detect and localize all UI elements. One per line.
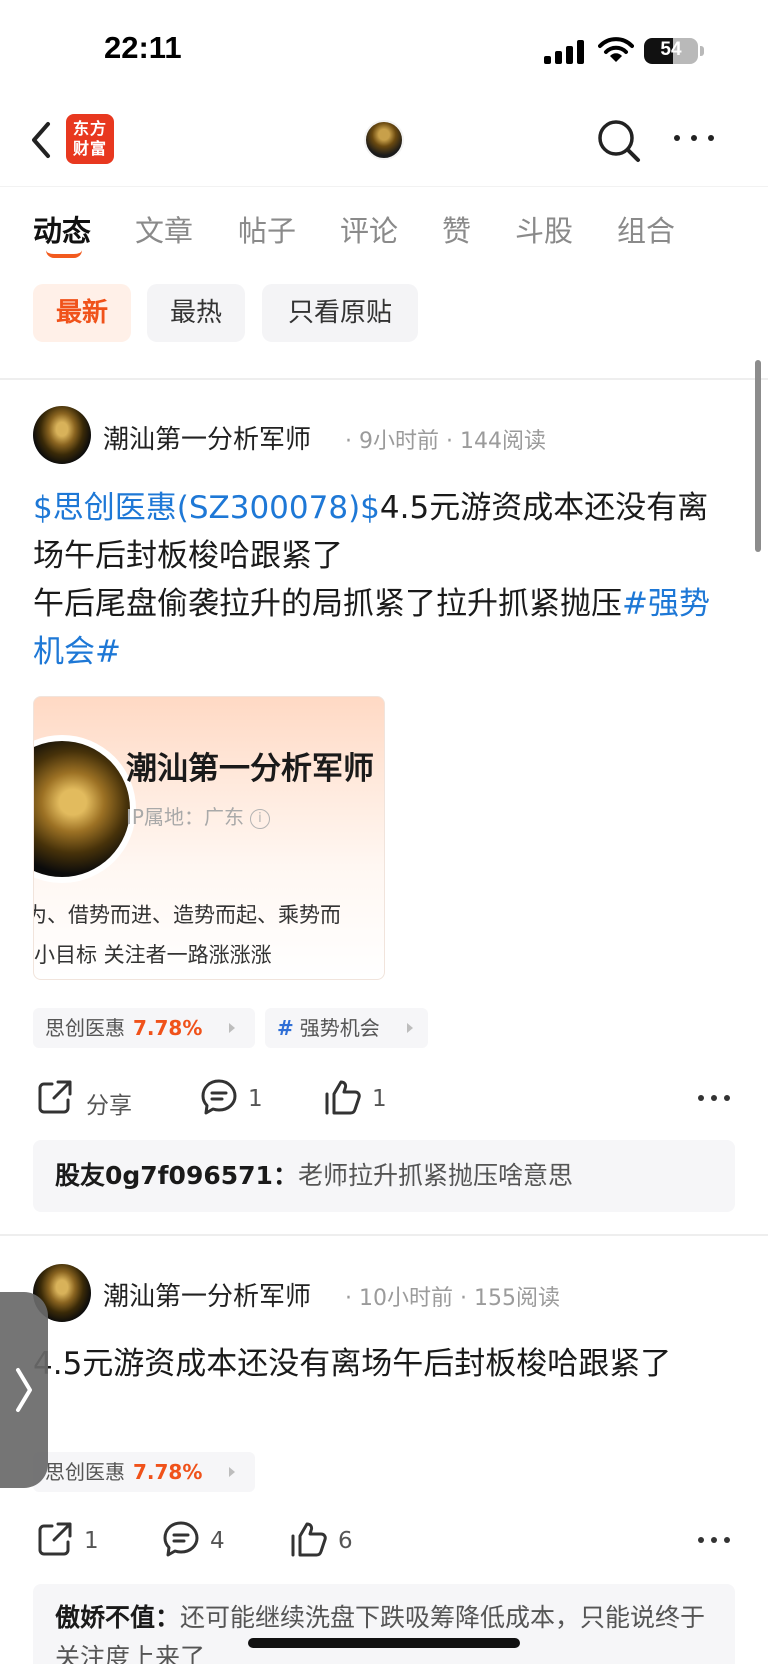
chevron-right-icon	[407, 1023, 413, 1033]
like-count: 1	[372, 1086, 387, 1112]
post-image[interactable]: 潮汕第一分析军师 IP属地：广东 i 为、借势而进、造势而起、乘势而 小目标 关注…	[33, 696, 385, 980]
post-time: 9小时前	[359, 429, 439, 454]
status-bar: 22:11 54	[0, 0, 768, 100]
featured-comment[interactable]: 傲娇不值：还可能继续洗盘下跌吸筹降低成本，只能说终于关注度上来了	[33, 1584, 735, 1664]
post-meta: · 10小时前 · 155阅读	[345, 1286, 560, 1311]
scrollbar[interactable]	[755, 360, 761, 552]
like-button[interactable]: 1	[324, 1078, 394, 1118]
tab-posts[interactable]: 帖子	[238, 208, 296, 250]
hash-icon: #	[277, 1016, 294, 1040]
app-logo[interactable]: 东方财富	[66, 114, 114, 164]
profile-tabs: 动态 文章 帖子 评论 赞 斗股 组合	[0, 200, 768, 262]
nav-bar: 东方财富	[0, 100, 768, 186]
share-button[interactable]: 分享	[36, 1078, 146, 1119]
more-options-icon[interactable]	[672, 128, 716, 148]
tab-articles[interactable]: 文章	[135, 208, 193, 250]
share-label: 分享	[86, 1093, 132, 1119]
stock-tag-change: 7.78%	[133, 1016, 203, 1040]
chevron-right-icon	[16, 1368, 32, 1412]
thumbs-up-icon	[291, 1522, 327, 1557]
post-text-line: 4.5元游资成本还没有离场午后封板梭哈跟紧了	[33, 1346, 672, 1382]
comment-count: 1	[248, 1086, 263, 1112]
post-author-name[interactable]: 潮汕第一分析军师	[103, 419, 311, 456]
post-text-line: 午后尾盘偷袭拉升的局抓紧了拉升抓紧抛压	[33, 586, 622, 622]
stock-link[interactable]: $思创医惠(SZ300078)$	[33, 490, 380, 526]
post-meta: · 9小时前 · 144阅读	[345, 429, 546, 454]
share-count: 1	[84, 1528, 99, 1554]
active-tab-indicator	[46, 250, 82, 258]
chevron-right-icon	[229, 1467, 235, 1477]
home-indicator[interactable]	[248, 1638, 520, 1648]
thumbs-up-icon	[325, 1080, 361, 1115]
tab-comments[interactable]: 评论	[340, 208, 398, 250]
comment-icon	[163, 1521, 199, 1557]
stock-tag-name: 思创医惠	[45, 1016, 125, 1040]
post-reads: 144阅读	[459, 429, 546, 454]
image-avatar	[34, 735, 136, 883]
comment-icon	[201, 1079, 237, 1115]
like-button[interactable]: 6	[290, 1520, 360, 1560]
topic-tag-name: 强势机会	[299, 1016, 380, 1040]
filter-chips: 最新 最热 只看原贴	[0, 284, 768, 342]
post-reads: 155阅读	[473, 1286, 560, 1311]
chevron-right-icon	[229, 1023, 235, 1033]
filter-original-only[interactable]: 只看原贴	[262, 284, 418, 342]
battery-level: 54	[660, 39, 682, 60]
post-body: 4.5元游资成本还没有离场午后封板梭哈跟紧了	[33, 1340, 733, 1388]
comment-username[interactable]: 股友0g7f096571	[55, 1161, 273, 1190]
comment-count: 4	[210, 1528, 225, 1554]
post-body: $思创医惠(SZ300078)$4.5元游资成本还没有离场午后封板梭哈跟紧了 午…	[33, 484, 733, 676]
battery-icon: 54	[644, 38, 698, 64]
topic-tag[interactable]: # 强势机会	[265, 1008, 428, 1048]
tab-likes[interactable]: 赞	[442, 208, 471, 250]
stock-tag[interactable]: 思创医惠 7.78%	[33, 1452, 255, 1492]
search-icon[interactable]	[596, 118, 642, 164]
image-bio-line: 小目标 关注者一路涨涨涨	[34, 943, 272, 967]
post-author-name[interactable]: 潮汕第一分析军师	[103, 1276, 311, 1313]
tab-portfolio[interactable]: 组合	[617, 208, 675, 250]
tab-stock-battle[interactable]: 斗股	[515, 208, 573, 250]
stock-tag[interactable]: 思创医惠 7.78%	[33, 1008, 255, 1048]
share-icon	[38, 1522, 72, 1556]
comment-button[interactable]: 4	[162, 1520, 232, 1560]
comment-button[interactable]: 1	[200, 1078, 270, 1118]
image-bio-line: 为、借势而进、造势而起、乘势而	[33, 903, 341, 927]
wifi-icon	[598, 37, 634, 62]
side-drawer-handle[interactable]	[0, 1292, 48, 1488]
comment-username[interactable]: 傲娇不值	[55, 1603, 155, 1632]
more-options-icon[interactable]	[698, 1093, 732, 1103]
comment-text: 老师拉升抓紧抛压啥意思	[297, 1161, 573, 1190]
cellular-signal-icon	[544, 40, 586, 64]
status-time: 22:11	[104, 30, 182, 65]
share-icon	[38, 1080, 72, 1114]
tab-dynamics[interactable]: 动态	[33, 208, 91, 250]
featured-comment[interactable]: 股友0g7f096571：老师拉升抓紧抛压啥意思	[33, 1140, 735, 1212]
image-ip-location: IP属地：广东 i	[126, 801, 270, 830]
stock-tag-change: 7.78%	[133, 1460, 203, 1484]
like-count: 6	[338, 1528, 353, 1554]
filter-latest[interactable]: 最新	[33, 284, 131, 342]
share-button[interactable]: 1	[36, 1520, 106, 1560]
more-options-icon[interactable]	[698, 1535, 732, 1545]
image-profile-name: 潮汕第一分析军师	[126, 751, 374, 787]
stock-tag-name: 思创医惠	[45, 1460, 125, 1484]
info-icon: i	[249, 808, 270, 829]
filter-hottest[interactable]: 最热	[147, 284, 245, 342]
user-avatar[interactable]	[364, 120, 404, 160]
post-author-avatar[interactable]	[33, 406, 91, 464]
post-time: 10小时前	[359, 1286, 453, 1311]
back-button[interactable]	[24, 118, 64, 162]
